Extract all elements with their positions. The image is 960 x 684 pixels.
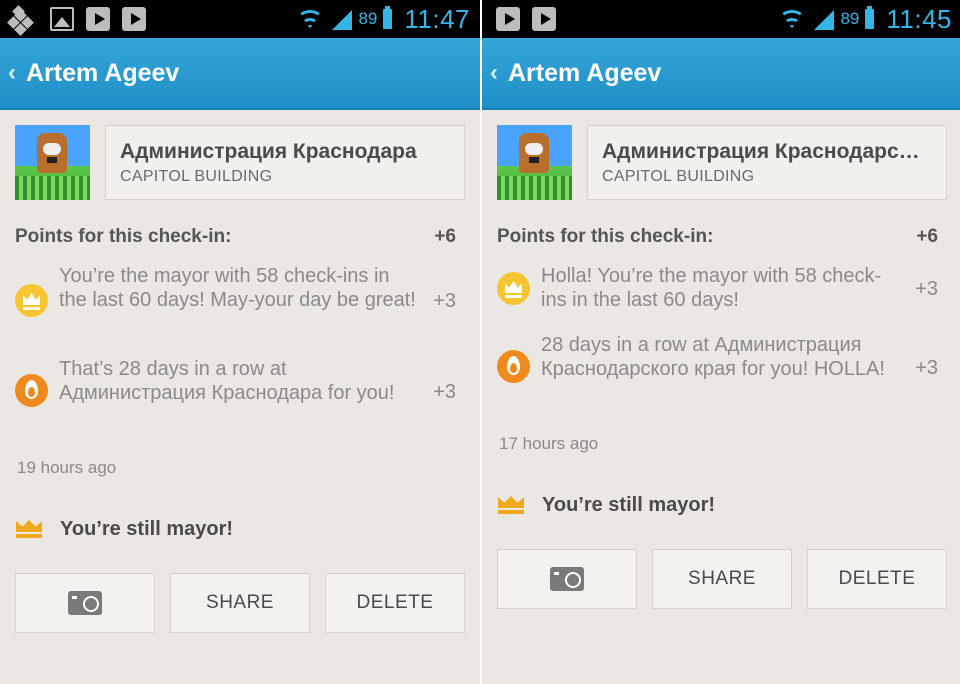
venue-name: Администрация Краснодара: [120, 140, 417, 163]
crown-icon: [497, 494, 525, 516]
venue-category: CAPITOL BUILDING: [120, 168, 273, 185]
reason-points: +3: [915, 357, 938, 379]
user-avatar[interactable]: [497, 125, 572, 200]
signal-icon: [330, 8, 353, 30]
share-button[interactable]: SHARE: [170, 573, 310, 633]
back-chevron-icon[interactable]: ‹: [8, 59, 22, 87]
back-chevron-icon[interactable]: ‹: [490, 59, 504, 87]
phone-screen-right: 89 11:45 ‹ Artem Ageev Администрация Кра…: [482, 0, 960, 684]
reason-text: 28 days in a row at Администрация Красно…: [541, 334, 885, 380]
wifi-icon: [778, 8, 806, 30]
mayor-status: You’re still mayor!: [497, 490, 715, 520]
timestamp: 17 hours ago: [499, 434, 599, 453]
crown-icon: [15, 518, 43, 540]
status-bar: 89 11:45: [482, 0, 960, 38]
mayor-text: You’re still mayor!: [542, 493, 716, 516]
user-avatar[interactable]: [15, 125, 90, 200]
action-bar[interactable]: ‹ Artem Ageev: [482, 38, 960, 110]
page-title: Artem Ageev: [508, 58, 662, 87]
reason-points: +3: [433, 290, 456, 312]
reason-text: That’s 28 days in a row at Администрация…: [59, 358, 395, 404]
battery-level: 89: [840, 9, 860, 28]
photo-button[interactable]: [497, 549, 637, 609]
photo-button[interactable]: [15, 573, 155, 633]
status-bar: 89 11:47: [0, 0, 480, 38]
venue-category: CAPITOL BUILDING: [602, 168, 755, 185]
camera-icon: [550, 567, 584, 591]
play-store-icon: [532, 7, 556, 31]
mayor-status: You’re still mayor!: [15, 514, 233, 544]
share-button[interactable]: SHARE: [652, 549, 792, 609]
points-label: Points for this check-in:: [497, 226, 714, 247]
wifi-icon: [296, 8, 324, 30]
phone-screen-left: 89 11:47 ‹ Artem Ageev Администрация Кра…: [0, 0, 480, 684]
play-store-icon: [122, 7, 146, 31]
mayor-text: You’re still mayor!: [60, 517, 234, 540]
battery-icon: [865, 6, 875, 29]
notification-icons: [496, 7, 556, 31]
dropbox-icon: [14, 7, 38, 31]
crown-icon: [15, 284, 48, 317]
points-total: +6: [916, 226, 938, 247]
venue-name: Администрация Краснодарс…: [602, 140, 920, 163]
play-store-icon: [86, 7, 110, 31]
fire-icon: [15, 374, 48, 407]
status-clock: 11:47: [404, 3, 470, 34]
reason-points: +3: [915, 278, 938, 300]
delete-button[interactable]: DELETE: [325, 573, 465, 633]
fire-icon: [497, 350, 530, 383]
venue-card[interactable]: Администрация Краснодара CAPITOL BUILDIN…: [105, 125, 465, 200]
status-clock: 11:45: [886, 3, 952, 34]
play-store-icon: [496, 7, 520, 31]
delete-button[interactable]: DELETE: [807, 549, 947, 609]
venue-card[interactable]: Администрация Краснодарс… CAPITOL BUILDI…: [587, 125, 947, 200]
reason-text: Holla! You’re the mayor with 58 check-in…: [541, 265, 882, 311]
reason-points: +3: [433, 381, 456, 403]
action-bar[interactable]: ‹ Artem Ageev: [0, 38, 480, 110]
timestamp: 19 hours ago: [17, 458, 117, 477]
page-title: Artem Ageev: [26, 58, 180, 87]
battery-icon: [383, 6, 393, 29]
signal-icon: [812, 8, 835, 30]
notification-icons: [14, 7, 146, 31]
reason-text: You’re the mayor with 58 check-ins in th…: [59, 265, 416, 311]
camera-icon: [68, 591, 102, 615]
points-total: +6: [434, 226, 456, 247]
points-label: Points for this check-in:: [15, 226, 232, 247]
crown-icon: [497, 272, 530, 305]
gallery-icon: [50, 7, 74, 31]
screenshot-comparison: 89 11:47 ‹ Artem Ageev Администрация Кра…: [0, 0, 960, 684]
battery-level: 89: [358, 9, 378, 28]
